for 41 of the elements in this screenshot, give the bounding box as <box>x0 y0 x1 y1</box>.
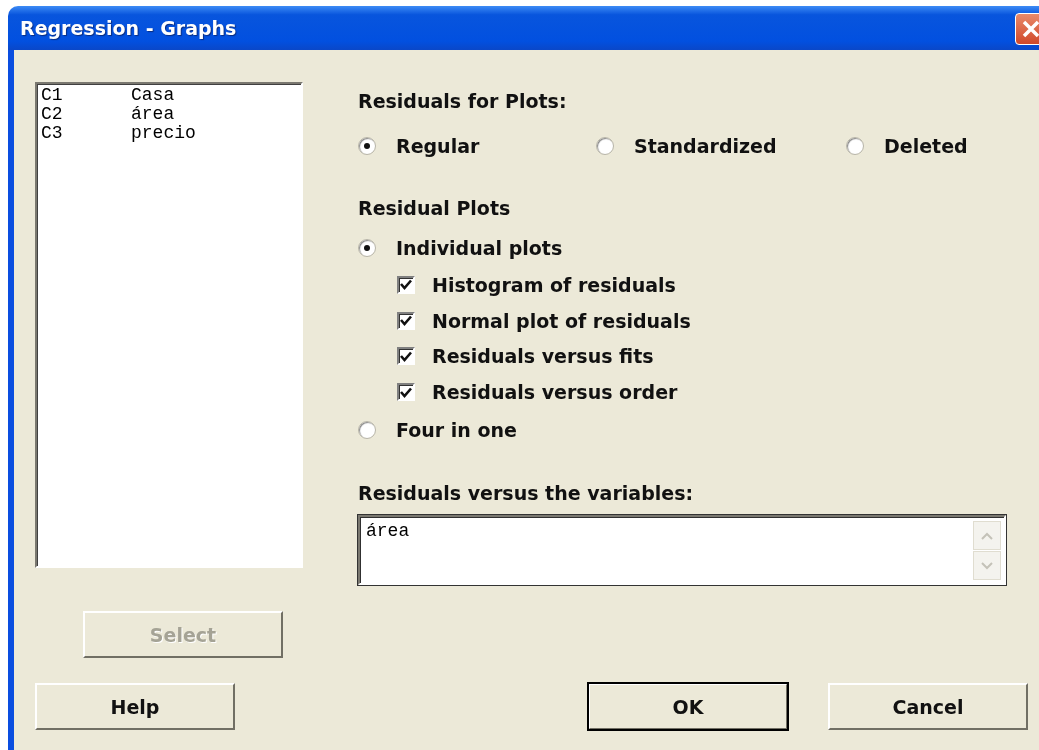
window-title: Regression - Graphs <box>20 17 237 39</box>
check-icon <box>400 315 412 327</box>
close-icon <box>1021 19 1039 39</box>
action-button[interactable]: Cancel <box>828 683 1028 730</box>
column-id[interactable]: C1 <box>41 86 131 105</box>
variable-name[interactable]: precio <box>131 124 196 143</box>
column-id[interactable]: C2 <box>41 105 131 124</box>
checkbox[interactable] <box>397 275 415 294</box>
variable-list[interactable]: C1 Casa C2 área C3 precio <box>35 82 303 568</box>
column-id[interactable]: C3 <box>41 124 131 143</box>
radio-label[interactable]: Four in one <box>396 418 517 441</box>
field-label: Residuals versus the variables: <box>358 481 695 506</box>
section-label: Residual Plots <box>358 196 512 221</box>
check-icon <box>400 279 412 291</box>
check-icon <box>400 386 412 398</box>
radio-label[interactable]: Deleted <box>884 134 968 157</box>
action-button[interactable]: Help <box>35 683 235 730</box>
checkbox-label[interactable]: Residuals versus fits <box>432 345 654 368</box>
checkbox-label[interactable]: Histogram of residuals <box>432 273 676 296</box>
action-button[interactable]: OK <box>588 683 788 730</box>
field-value: área <box>366 521 410 543</box>
radio-button[interactable] <box>846 136 864 155</box>
close-button[interactable] <box>1015 13 1039 45</box>
chevron-up-icon <box>981 531 993 540</box>
chevron-down-icon <box>981 561 993 570</box>
radio-button[interactable] <box>596 136 614 155</box>
radio-label[interactable]: Standardized <box>634 134 777 157</box>
radio-button[interactable] <box>358 136 376 155</box>
radio-label[interactable]: Individual plots <box>396 236 563 259</box>
checkbox-label[interactable]: Residuals versus order <box>432 381 678 404</box>
variable-name[interactable]: Casa <box>131 86 175 105</box>
checkbox[interactable] <box>397 347 415 366</box>
radio-label[interactable]: Regular <box>396 134 480 157</box>
radio-button[interactable] <box>358 420 376 439</box>
checkbox[interactable] <box>397 311 415 330</box>
checkbox[interactable] <box>397 383 415 402</box>
section-label: Residuals for Plots: <box>358 89 568 114</box>
check-icon <box>400 350 412 362</box>
checkbox-label[interactable]: Normal plot of residuals <box>432 309 691 332</box>
variable-name[interactable]: área <box>131 105 175 124</box>
radio-button[interactable] <box>358 238 376 257</box>
